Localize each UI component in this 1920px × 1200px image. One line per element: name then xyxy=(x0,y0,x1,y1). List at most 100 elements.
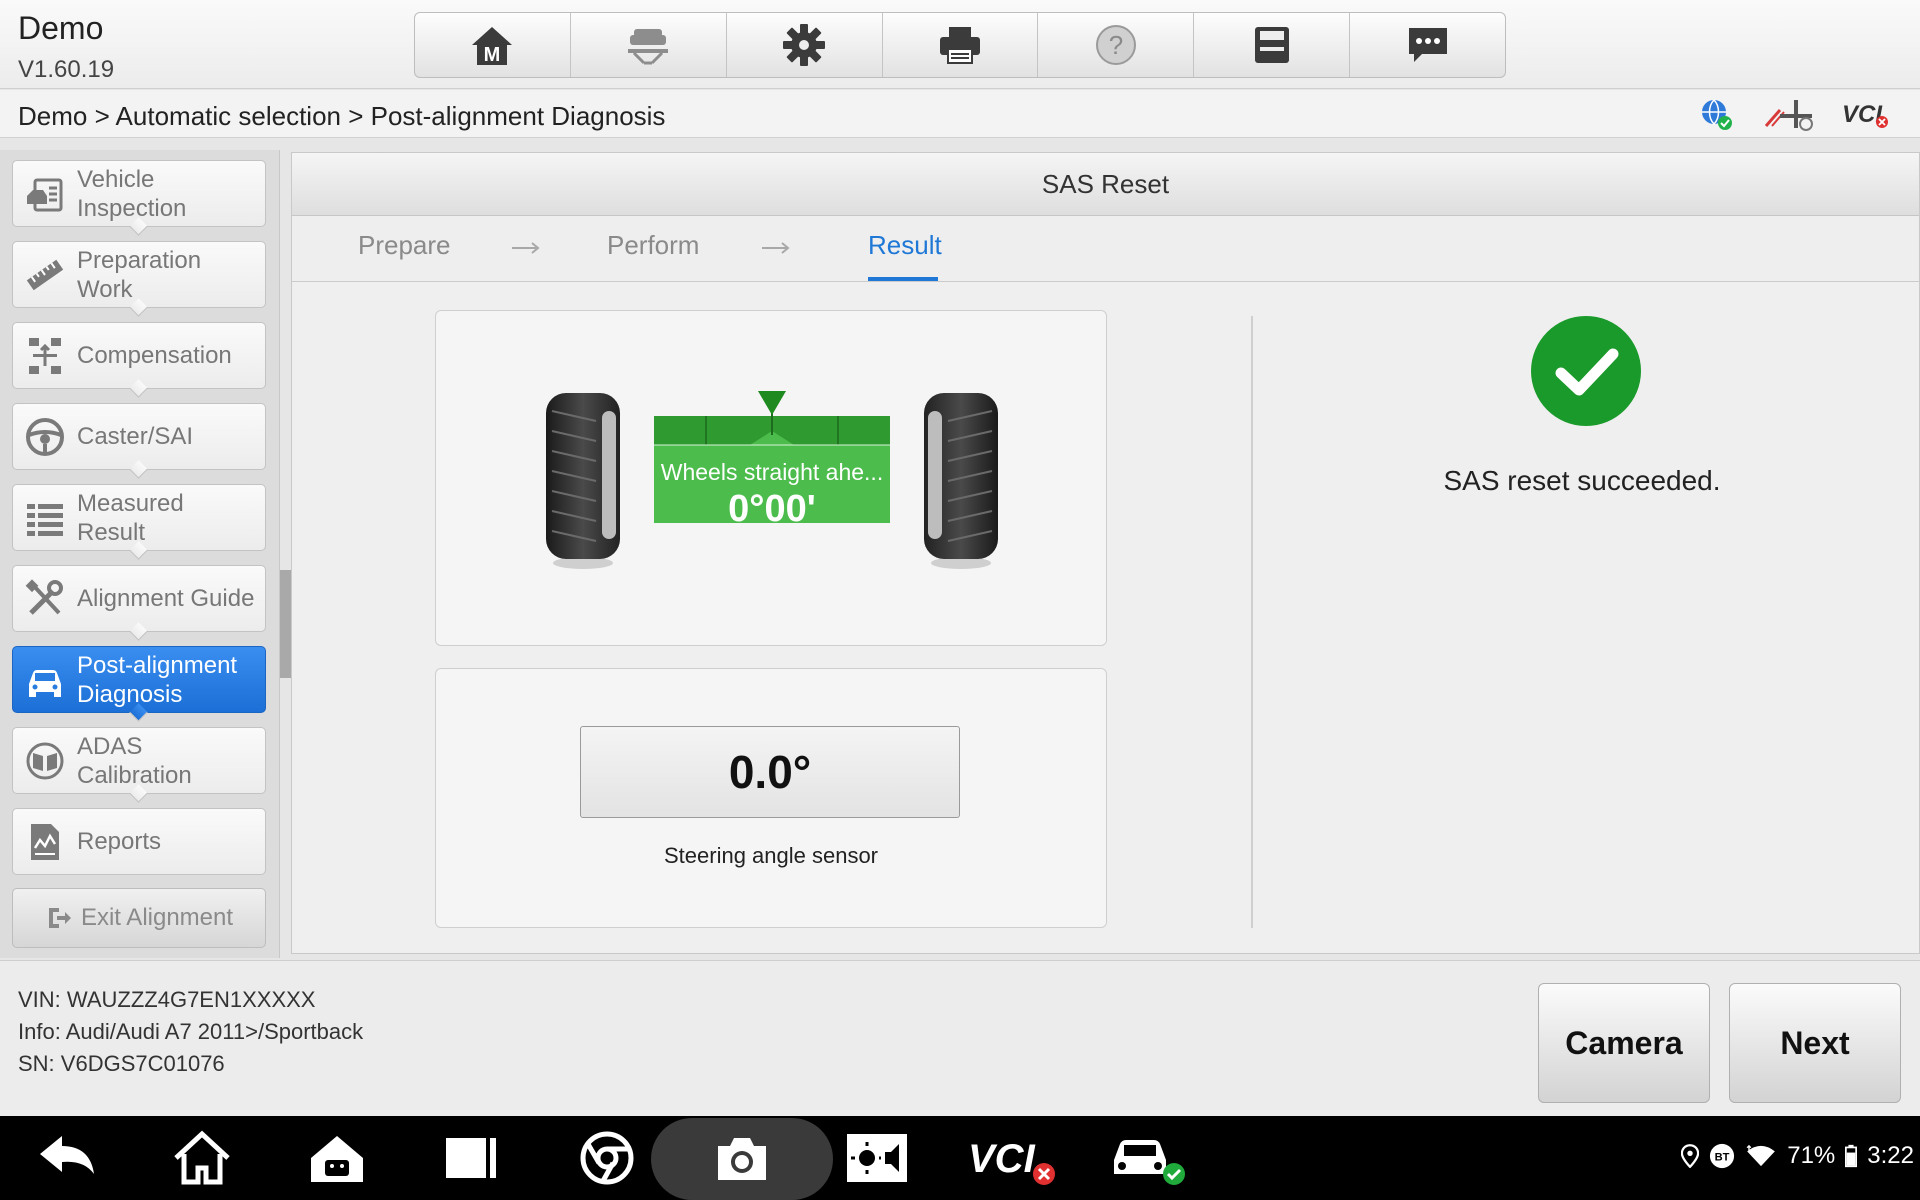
sidebar-item-label: Reports xyxy=(77,828,162,855)
panel-divider xyxy=(1251,316,1253,928)
left-tire-icon xyxy=(546,393,620,569)
printer-icon xyxy=(940,27,980,64)
car-icon xyxy=(29,669,61,697)
main-panel: SAS Reset Prepare Perform Result Wheels … xyxy=(291,152,1920,954)
battery-icon xyxy=(1845,1144,1858,1168)
report-icon xyxy=(31,823,59,860)
vci-status-icon: VCI xyxy=(1842,101,1888,128)
list-icon xyxy=(27,503,63,536)
wheel-status-card: Wheels straight ahe... 0°00' xyxy=(435,310,1107,646)
steering-sensor-card: 0.0° Steering angle sensor xyxy=(435,668,1107,928)
sidebar-item-label: Caster/SAI xyxy=(77,423,194,450)
chat-icon xyxy=(1408,28,1447,62)
vin-text: VIN: WAUZZZ4G7EN1XXXXX xyxy=(18,987,316,1012)
sidebar-item-post-alignment-diagnosis[interactable]: Post-alignment Diagnosis xyxy=(12,646,266,713)
sidebar-item-vehicle-inspection[interactable]: Vehicle Inspection xyxy=(12,160,266,227)
vehicle-info-footer: VIN: WAUZZZ4G7EN1XXXXX Info: Audi/Audi A… xyxy=(0,960,1920,1116)
gauge-value: 0°00' xyxy=(728,488,816,530)
battery-percent: 71% xyxy=(1787,1142,1836,1169)
breadcrumb-bar: Demo > Automatic selection > Post-alignm… xyxy=(0,90,1920,138)
sidebar-item-label: ADAS Calibration xyxy=(77,732,192,789)
brightness-volume-icon xyxy=(847,1134,907,1182)
sidebar-item-label: Preparation Work xyxy=(77,246,202,303)
connection-status: VCI xyxy=(1698,96,1890,132)
result-message: SAS reset succeeded. xyxy=(1443,465,1721,496)
chrome-icon xyxy=(580,1131,634,1185)
camera-icon xyxy=(718,1138,766,1180)
sidebar-item-label: Compensation xyxy=(77,342,232,369)
main-toolbar: M ? xyxy=(414,12,1506,78)
android-home-button[interactable] xyxy=(305,1128,369,1188)
message-button[interactable] xyxy=(1350,13,1505,77)
ruler-icon xyxy=(26,259,64,290)
wifi-icon xyxy=(1746,1144,1776,1167)
sidebar-item-alignment-guide[interactable]: Alignment Guide xyxy=(12,565,266,632)
alignment-device-icon xyxy=(1764,100,1813,131)
recent-apps-icon xyxy=(446,1138,496,1178)
active-step-underline xyxy=(868,277,938,281)
android-house-icon xyxy=(311,1136,363,1182)
next-button[interactable]: Next xyxy=(1729,983,1901,1103)
home-button[interactable]: M xyxy=(415,13,571,77)
arrow-right-icon xyxy=(512,242,540,254)
vci-connection-button[interactable]: VCI xyxy=(968,1128,1058,1188)
recent-apps-button[interactable] xyxy=(440,1128,504,1188)
svg-text:M: M xyxy=(484,44,501,66)
app-title: Demo xyxy=(18,10,104,46)
steering-angle-label: Steering angle sensor xyxy=(663,843,879,868)
home-nav-button[interactable] xyxy=(170,1128,234,1188)
camera-button[interactable]: Camera xyxy=(1538,983,1710,1103)
vehicle-lift-button[interactable] xyxy=(571,13,727,77)
save-button[interactable] xyxy=(1194,13,1351,77)
tools-icon xyxy=(25,578,63,615)
brightness-volume-button[interactable] xyxy=(845,1128,909,1188)
sidebar-item-label: Measured Result xyxy=(77,489,184,546)
adas-icon xyxy=(26,742,64,779)
browser-button[interactable] xyxy=(575,1128,639,1188)
success-check-icon xyxy=(1531,316,1641,426)
exit-alignment-button[interactable]: Exit Alignment xyxy=(12,888,266,948)
sidebar-item-reports[interactable]: Reports xyxy=(12,808,266,875)
bluetooth-icon: BT xyxy=(1710,1143,1735,1169)
sidebar-item-adas-calibration[interactable]: ADAS Calibration xyxy=(12,727,266,794)
steering-angle-value: 0.0° xyxy=(580,726,960,818)
system-status-area: BT 71% 3:22 xyxy=(1681,1142,1914,1170)
app-version: V1.60.19 xyxy=(18,56,115,83)
exit-icon xyxy=(48,908,71,928)
vehicle-lift-icon xyxy=(628,29,669,65)
step-prepare: Prepare xyxy=(358,230,451,260)
save-icon xyxy=(1254,27,1289,63)
serial-number-text: SN: V6DGS7C01076 xyxy=(18,1051,225,1076)
sidebar-item-label: Post-alignment Diagnosis xyxy=(77,651,238,708)
svg-text:VCI: VCI xyxy=(968,1137,1036,1181)
vci-disconnected-icon: VCI xyxy=(968,1137,1055,1185)
settings-button[interactable] xyxy=(727,13,883,77)
app-header: Demo V1.60.19 M ? xyxy=(0,0,1920,89)
function-sidebar: Vehicle Inspection Preparation Work Comp… xyxy=(0,150,280,958)
vehicle-inspection-icon xyxy=(27,178,63,211)
svg-text:BT: BT xyxy=(1715,1152,1730,1164)
sidebar-item-preparation-work[interactable]: Preparation Work xyxy=(12,241,266,308)
help-icon: ? xyxy=(1095,25,1136,65)
sidebar-item-measured-result[interactable]: Measured Result xyxy=(12,484,266,551)
screenshot-button[interactable] xyxy=(710,1128,774,1188)
breadcrumb: Demo > Automatic selection > Post-alignm… xyxy=(18,101,666,131)
system-navigation-bar: VCI BT 71% 3:22 xyxy=(0,1116,1920,1200)
print-button[interactable] xyxy=(883,13,1039,77)
compensation-icon xyxy=(29,337,61,374)
vehicle-info-text: Info: Audi/Audi A7 2011>/Sportback xyxy=(18,1019,364,1044)
car-connected-icon xyxy=(1114,1140,1185,1185)
help-button[interactable]: ? xyxy=(1038,13,1195,77)
steering-wheel-icon xyxy=(26,417,64,456)
svg-text:?: ? xyxy=(1109,30,1123,60)
sidebar-item-caster-sai[interactable]: Caster/SAI xyxy=(12,403,266,470)
right-tire-icon xyxy=(924,393,998,569)
gauge-readout: Wheels straight ahe... 0°00' xyxy=(654,453,890,531)
vehicle-connection-button[interactable] xyxy=(1108,1128,1188,1188)
step-perform: Perform xyxy=(607,230,700,260)
back-button[interactable] xyxy=(36,1128,100,1188)
step-indicator: Prepare Perform Result xyxy=(292,216,1919,282)
network-globe-icon xyxy=(1702,99,1732,130)
sidebar-item-compensation[interactable]: Compensation xyxy=(12,322,266,389)
sidebar-item-label: Vehicle Inspection xyxy=(77,165,187,222)
